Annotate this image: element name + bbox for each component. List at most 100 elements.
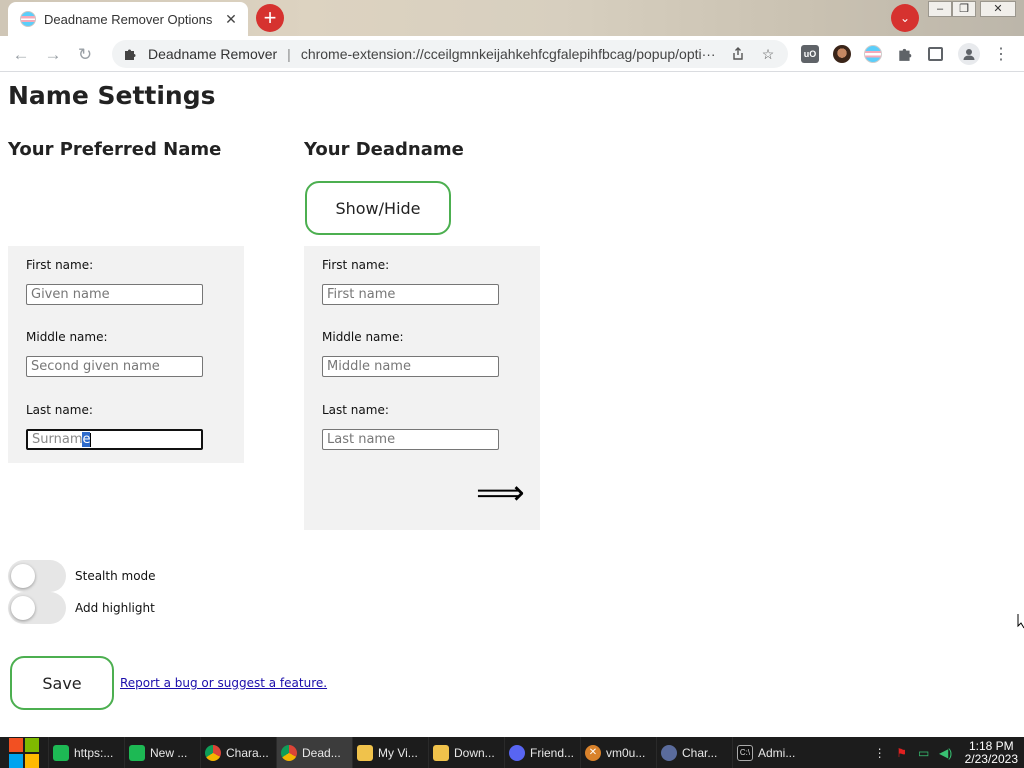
options-page: Name Settings Your Preferred Name Your D… bbox=[0, 73, 1024, 737]
system-tray: ⋮ ⚑ ▭ ◀) 1:18 PM 2/23/2023 bbox=[873, 739, 1024, 766]
cmd-icon: C:\ bbox=[737, 744, 753, 761]
taskbar-item-label: Friend... bbox=[530, 745, 575, 760]
spotify-icon bbox=[129, 744, 145, 761]
deadname-last-name-input[interactable]: Last name bbox=[322, 429, 499, 450]
taskbar-item-label: Down... bbox=[454, 745, 495, 760]
extensions-menu-icon[interactable] bbox=[896, 45, 914, 63]
character-app-icon bbox=[661, 744, 677, 761]
window-minimize-button[interactable]: – bbox=[928, 1, 952, 17]
deadname-heading: Your Deadname bbox=[304, 139, 464, 160]
window-close-button[interactable]: ✕ bbox=[980, 1, 1016, 17]
double-arrow-right-icon[interactable]: ⟹ bbox=[476, 476, 525, 510]
start-logo-tile bbox=[25, 753, 39, 768]
deadname-first-name-input[interactable]: First name bbox=[322, 284, 499, 305]
stealth-mode-toggle-row: Stealth mode bbox=[8, 560, 156, 592]
taskbar-item-label: Chara... bbox=[226, 745, 269, 760]
deadname-middle-name-label: Middle name: bbox=[322, 330, 404, 344]
back-arrow-icon[interactable]: ← bbox=[10, 44, 32, 66]
tab-strip: Deadname Remover Options ✕ + ⌄ – ❐ ✕ bbox=[0, 0, 1024, 36]
tray-overflow-icon[interactable]: ⋮ bbox=[873, 746, 887, 760]
deadname-middle-name-input[interactable]: Middle name bbox=[322, 356, 499, 377]
side-panel-icon[interactable] bbox=[928, 47, 943, 61]
taskbar-item-active[interactable]: Dead... bbox=[276, 737, 352, 768]
stealth-mode-label: Stealth mode bbox=[75, 569, 156, 583]
folder-icon bbox=[357, 744, 373, 761]
stealth-mode-switch[interactable] bbox=[8, 560, 66, 592]
extension-avatar-icon[interactable] bbox=[833, 45, 851, 63]
taskbar-item[interactable]: Friend... bbox=[504, 737, 580, 768]
switch-knob bbox=[11, 596, 35, 620]
preferred-middle-name-input[interactable]: Second given name bbox=[26, 356, 203, 377]
text-caret bbox=[90, 432, 92, 447]
add-highlight-toggle-row: Add highlight bbox=[8, 592, 155, 624]
taskbar-item-label: Dead... bbox=[302, 745, 341, 760]
tab-title: Deadname Remover Options bbox=[44, 11, 213, 27]
taskbar-item[interactable]: My Vi... bbox=[352, 737, 428, 768]
taskbar-item[interactable]: C:\ Admi... bbox=[732, 737, 808, 768]
start-logo-tile bbox=[9, 737, 23, 752]
share-icon[interactable] bbox=[728, 44, 748, 64]
address-bar[interactable]: Deadname Remover | chrome-extension://cc… bbox=[112, 40, 788, 68]
bookmark-star-icon[interactable]: ☆ bbox=[758, 44, 778, 64]
add-highlight-switch[interactable] bbox=[8, 592, 66, 624]
save-button[interactable]: Save bbox=[10, 656, 114, 710]
url-text[interactable]: chrome-extension://cceilgmnkeijahkehfcgf… bbox=[301, 46, 718, 62]
x-app-icon: ✕ bbox=[585, 744, 601, 761]
taskbar-item-label: vm0u... bbox=[606, 745, 646, 760]
extension-puzzle-icon bbox=[122, 46, 138, 62]
taskbar-item-label: Char... bbox=[682, 745, 718, 760]
windows-start-button[interactable] bbox=[0, 737, 48, 768]
browser-tab[interactable]: Deadname Remover Options ✕ bbox=[8, 2, 248, 36]
deadname-remover-extension-icon[interactable] bbox=[864, 45, 882, 63]
switch-knob bbox=[11, 564, 35, 588]
preferred-middle-name-label: Middle name: bbox=[26, 330, 108, 344]
mouse-pointer-icon bbox=[1017, 614, 1024, 629]
action-center-flag-icon[interactable]: ⚑ bbox=[895, 746, 909, 760]
spotify-icon bbox=[53, 744, 69, 761]
taskbar-item-label: My Vi... bbox=[378, 745, 418, 760]
browser-toolbar: ← → ↻ Deadname Remover | chrome-extensio… bbox=[0, 36, 1024, 72]
network-icon[interactable]: ▭ bbox=[917, 746, 931, 760]
report-bug-link[interactable]: Report a bug or suggest a feature. bbox=[120, 676, 327, 690]
preferred-first-name-label: First name: bbox=[26, 258, 94, 272]
deadname-first-name-label: First name: bbox=[322, 258, 390, 272]
preferred-name-panel: First name: Given name Middle name: Seco… bbox=[8, 246, 244, 463]
taskbar-item-label: Admi... bbox=[758, 745, 796, 760]
taskbar-clock[interactable]: 1:18 PM 2/23/2023 bbox=[964, 739, 1018, 766]
taskbar-item-label: New ... bbox=[150, 745, 188, 760]
taskbar-item[interactable]: Down... bbox=[428, 737, 504, 768]
last-name-text: Surnam bbox=[32, 432, 83, 447]
tab-search-button[interactable]: ⌄ bbox=[891, 4, 919, 32]
new-tab-button[interactable]: + bbox=[256, 4, 284, 32]
kebab-menu-icon[interactable]: ⋮ bbox=[992, 45, 1010, 63]
preferred-last-name-label: Last name: bbox=[26, 403, 93, 417]
clock-date: 2/23/2023 bbox=[964, 751, 1018, 766]
omnibox-separator: | bbox=[287, 46, 291, 62]
page-title: Name Settings bbox=[8, 81, 216, 110]
taskbar-item[interactable]: Chara... bbox=[200, 737, 276, 768]
reload-icon[interactable]: ↻ bbox=[74, 44, 96, 66]
site-name: Deadname Remover bbox=[148, 46, 278, 62]
preferred-first-name-input[interactable]: Given name bbox=[26, 284, 203, 305]
taskbar-item[interactable]: Char... bbox=[656, 737, 732, 768]
deadname-last-name-label: Last name: bbox=[322, 403, 389, 417]
forward-arrow-icon[interactable]: → bbox=[42, 44, 64, 66]
taskbar-item[interactable]: New ... bbox=[124, 737, 200, 768]
folder-icon bbox=[433, 744, 449, 761]
window-maximize-button[interactable]: ❐ bbox=[952, 1, 976, 17]
chrome-icon bbox=[281, 744, 297, 761]
ublock-origin-icon[interactable]: uO bbox=[801, 45, 819, 63]
preferred-name-heading: Your Preferred Name bbox=[8, 139, 222, 160]
start-logo-tile bbox=[9, 753, 23, 768]
chrome-icon bbox=[205, 744, 221, 761]
trans-flag-favicon-icon bbox=[20, 11, 36, 27]
volume-icon[interactable]: ◀) bbox=[939, 746, 953, 760]
tab-close-icon[interactable]: ✕ bbox=[222, 10, 240, 28]
deadname-panel: First name: First name Middle name: Midd… bbox=[304, 246, 540, 530]
taskbar-item[interactable]: ✕ vm0u... bbox=[580, 737, 656, 768]
preferred-last-name-input[interactable]: Surnam e bbox=[26, 429, 203, 450]
profile-avatar-icon[interactable] bbox=[958, 43, 980, 65]
taskbar-item[interactable]: https:... bbox=[48, 737, 124, 768]
show-hide-button[interactable]: Show/Hide bbox=[305, 181, 451, 235]
add-highlight-label: Add highlight bbox=[75, 601, 155, 615]
